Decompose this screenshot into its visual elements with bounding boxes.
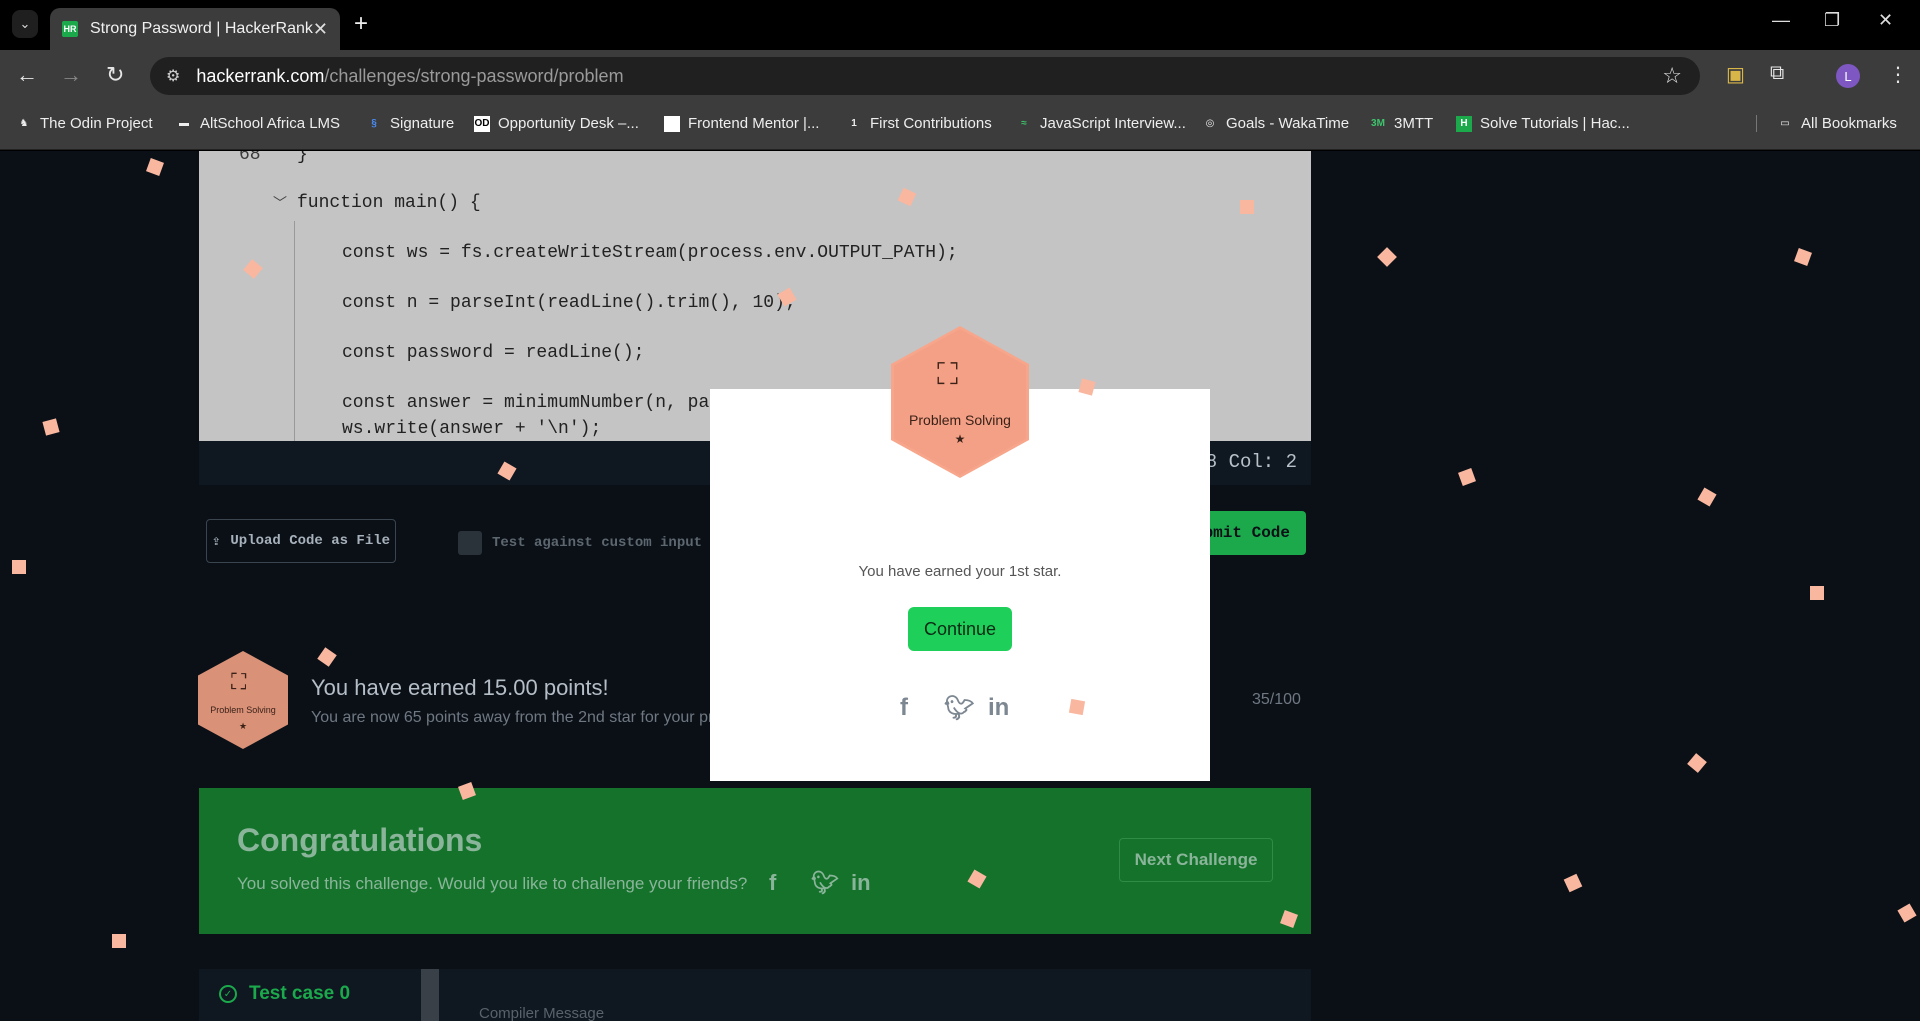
bookmark-item-solve-tutorials[interactable]: H Solve Tutorials | Hac... bbox=[1456, 115, 1630, 132]
bookmark-star-icon[interactable]: ☆ bbox=[1662, 63, 1682, 89]
linkedin-icon[interactable]: in bbox=[851, 870, 871, 896]
code-line-4: const password = readLine(); bbox=[342, 343, 645, 363]
url-path: /challenges/strong-password/problem bbox=[324, 65, 624, 86]
compiler-message-label: Compiler Message bbox=[479, 1005, 605, 1021]
facebook-icon[interactable]: f bbox=[769, 870, 776, 896]
badge-star-icon: ★ bbox=[954, 432, 966, 446]
bookmark-item-frontend-mentor[interactable]: Frontend Mentor |... bbox=[664, 115, 819, 132]
congrats-title: Congratulations bbox=[237, 822, 483, 858]
problem-solving-badge-small: ⛶ Problem Solving ★ bbox=[198, 651, 288, 749]
browser-tabbar: ⌄ HR Strong Password | HackerRank ✕ + — … bbox=[0, 0, 1920, 50]
continue-button[interactable]: Continue bbox=[908, 607, 1012, 651]
confetti-piece bbox=[1810, 586, 1824, 600]
reload-icon[interactable]: ↻ bbox=[106, 62, 124, 88]
facebook-icon[interactable]: f bbox=[900, 694, 908, 722]
test-case-tab[interactable]: ✓ Test case 0 bbox=[219, 983, 350, 1005]
tab-list-chevron-icon[interactable]: ⌄ bbox=[12, 10, 38, 38]
tab-close-icon[interactable]: ✕ bbox=[313, 19, 328, 40]
custom-input-toggle[interactable]: Test against custom input bbox=[458, 531, 702, 555]
linkedin-icon[interactable]: in bbox=[988, 694, 1009, 722]
restore-icon[interactable]: ❐ bbox=[1824, 10, 1840, 31]
bookmarks-bar: ♞ The Odin Project ▬ AltSchool Africa LMS … bbox=[0, 100, 1920, 150]
wakatime-icon: ◎ bbox=[1205, 118, 1215, 129]
confetti-piece bbox=[112, 934, 126, 948]
js-interview-icon: ≈ bbox=[1021, 118, 1027, 129]
scrollbar[interactable] bbox=[421, 969, 439, 1021]
first-contrib-icon: 1 bbox=[851, 118, 857, 129]
address-bar[interactable]: ⚙ hackerrank.com/challenges/strong-passw… bbox=[150, 57, 1700, 95]
signature-icon: § bbox=[371, 118, 377, 129]
badge-star-icon: ★ bbox=[238, 721, 248, 731]
twitter-icon[interactable]: 🐦︎ bbox=[811, 870, 839, 896]
congrats-subtitle: You solved this challenge. Would you lik… bbox=[237, 874, 748, 893]
code-line-3: const n = parseInt(readLine().trim(), 10… bbox=[342, 293, 796, 313]
3mtt-icon: 3M bbox=[1371, 118, 1385, 129]
frontend-mentor-icon bbox=[664, 115, 680, 132]
code-line-6: ws.write(answer + '\n'); bbox=[342, 419, 602, 439]
od-icon: OD bbox=[474, 115, 490, 132]
congratulations-banner: Congratulations You solved this challeng… bbox=[199, 788, 1311, 934]
browser-toolbar: ← → ↻ ⚙ hackerrank.com/challenges/strong… bbox=[0, 50, 1920, 100]
url-host: hackerrank.com bbox=[196, 65, 325, 86]
test-results-panel: ✓ Test case 0 Compiler Message bbox=[199, 969, 1311, 1021]
back-arrow-icon[interactable]: ← bbox=[16, 62, 38, 88]
bookmark-item-3mtt[interactable]: 3M 3MTT bbox=[1370, 115, 1433, 132]
bookmark-item-js-interview[interactable]: ≈ JavaScript Interview... bbox=[1016, 115, 1186, 132]
altschool-icon: ▬ bbox=[179, 118, 189, 129]
custom-input-checkbox[interactable] bbox=[458, 531, 482, 555]
forward-arrow-icon[interactable]: → bbox=[60, 62, 82, 88]
hackerrank-favicon-icon: HR bbox=[62, 21, 78, 37]
all-bookmarks[interactable]: ▭ All Bookmarks bbox=[1756, 115, 1897, 132]
bookmark-item-first-contributions[interactable]: 1 First Contributions bbox=[846, 115, 992, 132]
indent-guide bbox=[294, 221, 295, 441]
code-line-1: function main() { bbox=[297, 193, 481, 213]
twitter-icon[interactable]: 🐦︎ bbox=[944, 694, 974, 723]
bookmark-item-altschool[interactable]: ▬ AltSchool Africa LMS bbox=[176, 115, 340, 132]
folder-icon: ▭ bbox=[1780, 118, 1790, 129]
confetti-piece bbox=[1240, 200, 1254, 214]
bookmark-item-opportunity-desk[interactable]: OD Opportunity Desk –... bbox=[474, 115, 639, 132]
browser-tab-active[interactable]: HR Strong Password | HackerRank ✕ bbox=[50, 8, 340, 50]
points-count: 35/100 bbox=[1252, 691, 1301, 708]
hackerrank-icon: H bbox=[1456, 115, 1472, 132]
points-title: You have earned 15.00 points! bbox=[311, 675, 609, 700]
badge-stairs-icon: ⛶ bbox=[231, 669, 247, 694]
site-info-icon[interactable]: ⚙ bbox=[166, 66, 180, 86]
odin-icon: ♞ bbox=[19, 118, 29, 129]
bookmark-item-odin[interactable]: ♞ The Odin Project bbox=[16, 115, 153, 132]
menu-dots-icon[interactable]: ⋮ bbox=[1888, 62, 1908, 87]
tab-title: Strong Password | HackerRank bbox=[89, 20, 313, 37]
new-tab-plus-icon[interactable]: + bbox=[354, 10, 368, 38]
confetti-piece bbox=[1068, 698, 1086, 716]
badge-stairs-icon: ⛶ bbox=[937, 358, 958, 391]
next-challenge-button[interactable]: Next Challenge bbox=[1119, 838, 1273, 882]
modal-badge-label: Problem Solving bbox=[909, 412, 1011, 428]
upload-code-button[interactable]: ⇪ Upload Code as File bbox=[206, 519, 396, 563]
line-number: 68 bbox=[239, 151, 261, 165]
extensions-puzzle-icon[interactable]: ⧉ bbox=[1770, 62, 1784, 85]
minimize-icon[interactable]: — bbox=[1772, 10, 1790, 31]
fold-chevron-icon[interactable]: ﹀ bbox=[273, 193, 287, 213]
window-close-icon[interactable]: ✕ bbox=[1878, 10, 1893, 31]
extension-icon[interactable]: ▣ bbox=[1726, 62, 1745, 87]
upload-icon: ⇪ bbox=[211, 533, 221, 550]
modal-message: You have earned your 1st star. bbox=[858, 563, 1062, 580]
check-icon: ✓ bbox=[219, 985, 237, 1003]
bookmark-item-wakatime[interactable]: ◎ Goals - WakaTime bbox=[1202, 115, 1349, 132]
bookmark-item-signature[interactable]: § Signature bbox=[366, 115, 454, 132]
confetti-piece bbox=[12, 560, 26, 574]
profile-avatar[interactable]: L bbox=[1836, 64, 1860, 88]
code-line-2: const ws = fs.createWriteStream(process.… bbox=[342, 243, 958, 263]
